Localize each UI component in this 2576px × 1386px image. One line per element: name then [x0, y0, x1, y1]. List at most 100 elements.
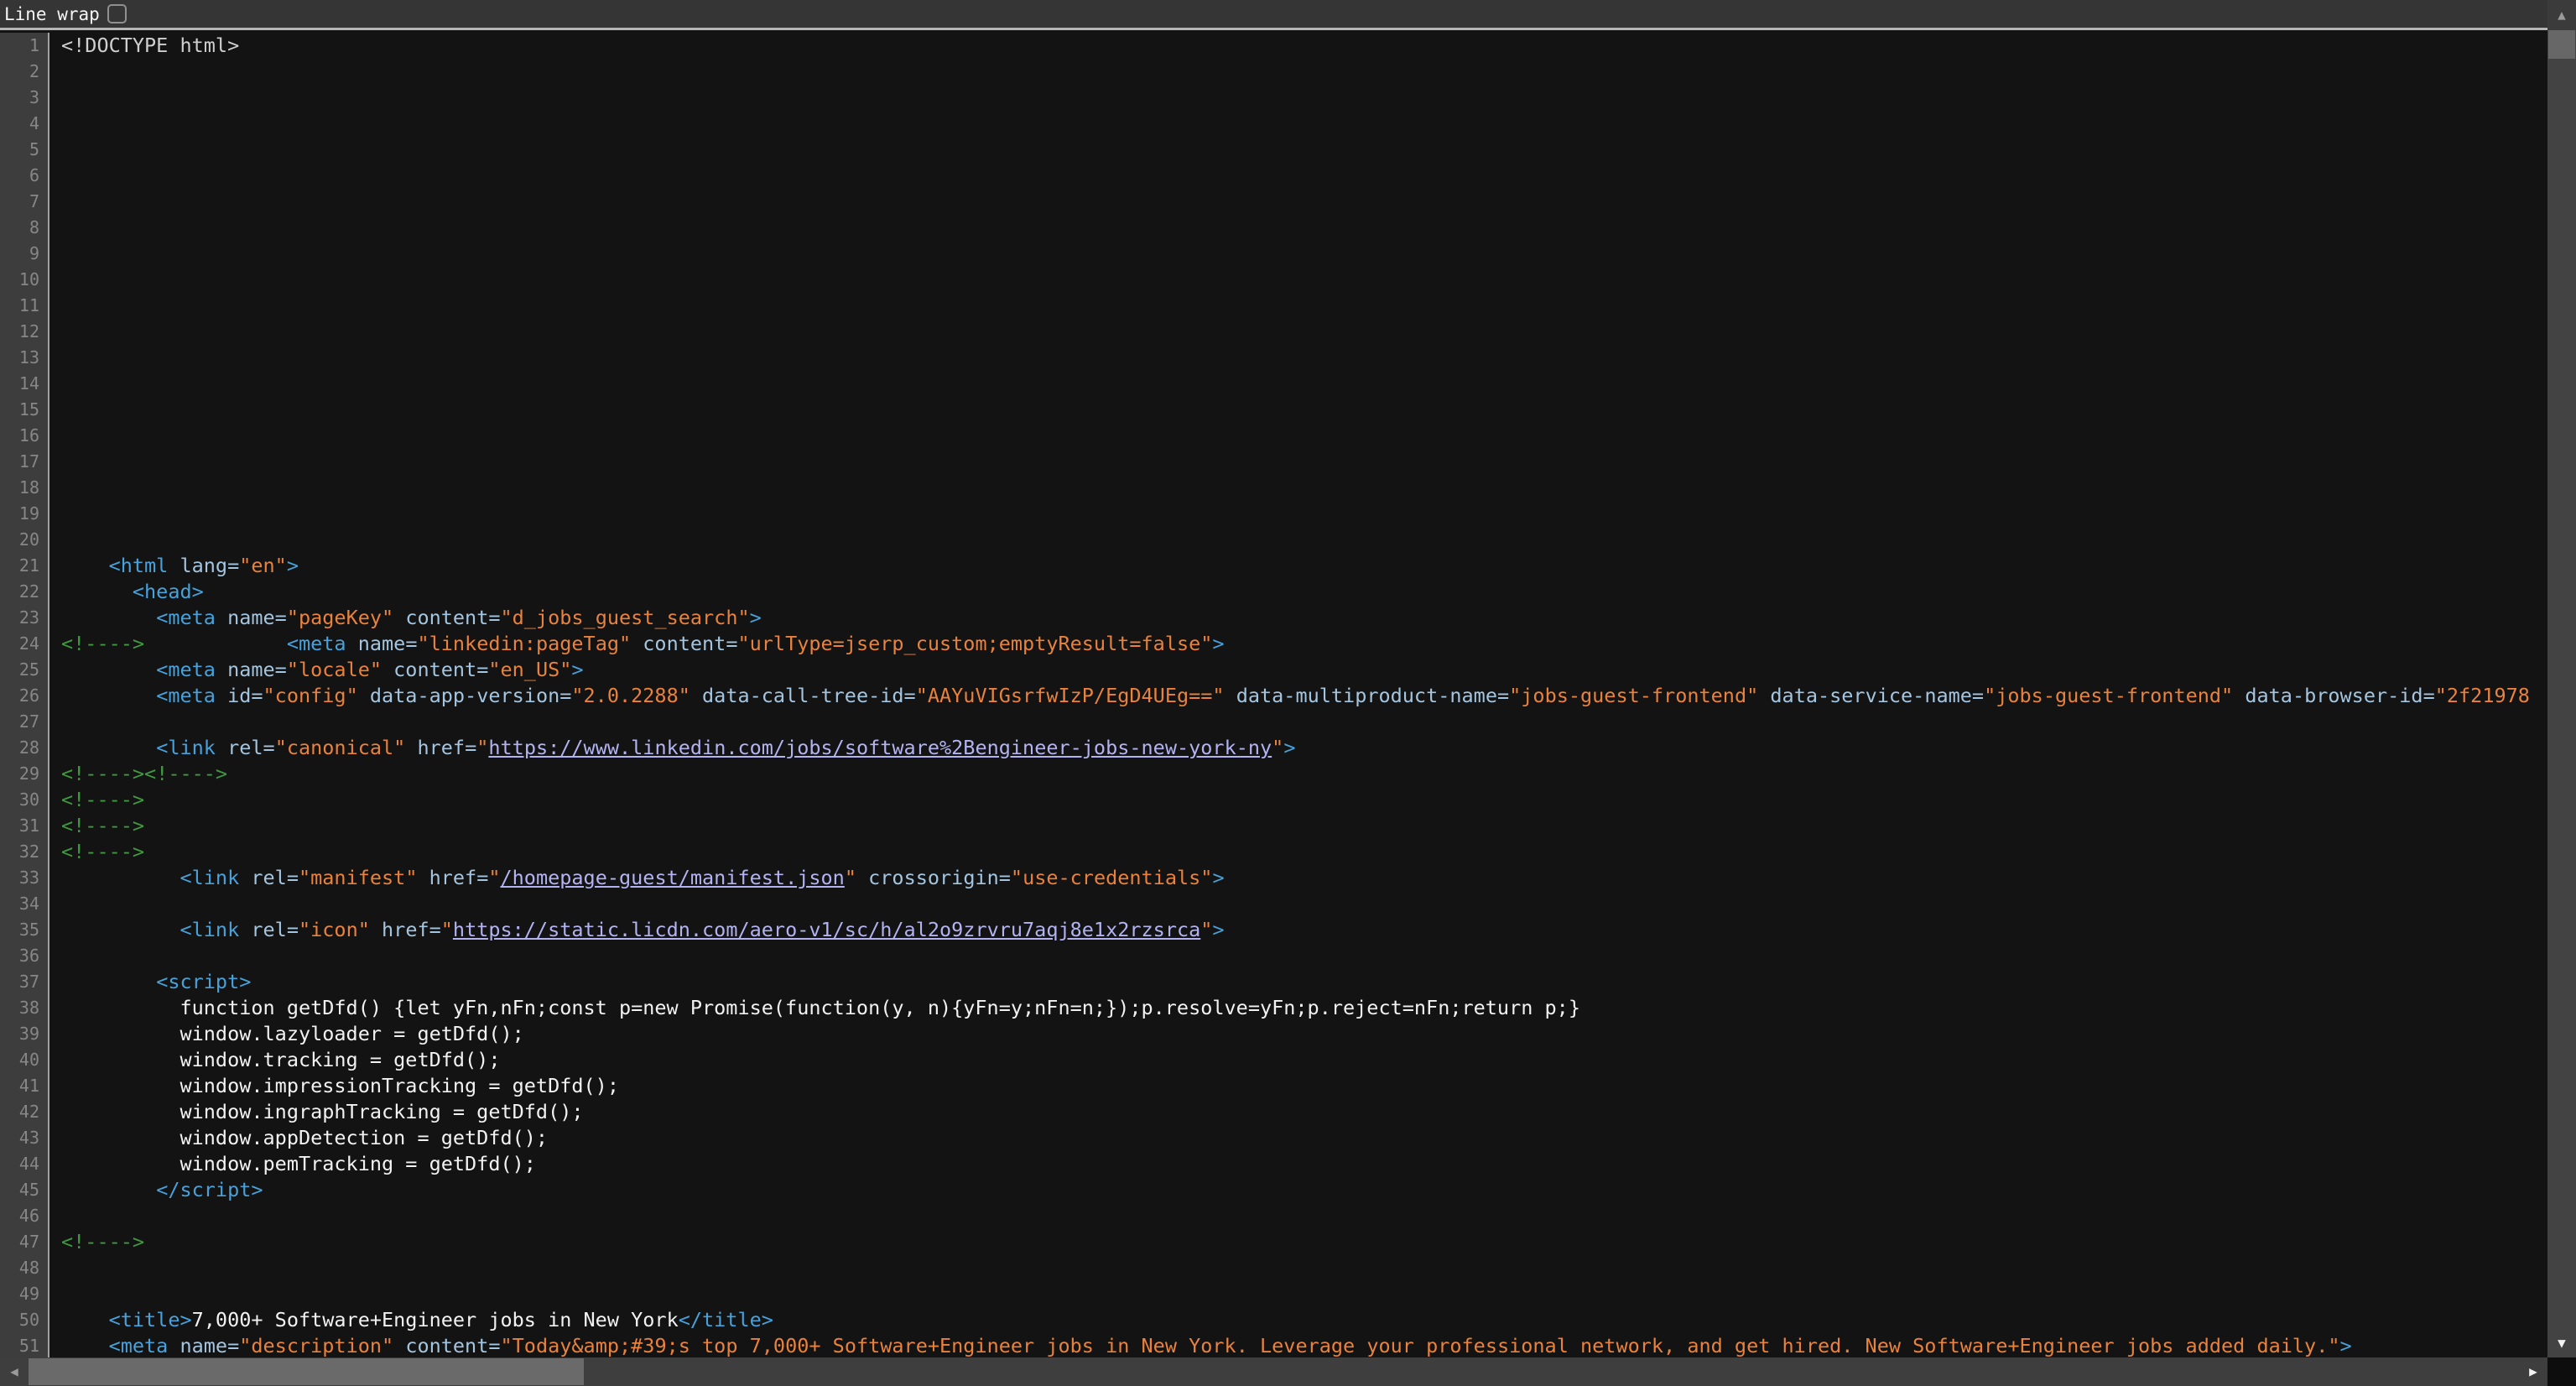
line-number: 30: [0, 787, 48, 813]
code-line-text: <!---->: [48, 839, 144, 865]
code-line: 25 <meta name="locale" content="en_US">: [0, 657, 2547, 683]
line-number: 11: [0, 293, 48, 319]
code-line: 18: [0, 475, 2547, 501]
code-line: 24<!----> <meta name="linkedin:pageTag" …: [0, 631, 2547, 657]
code-line: 29<!----><!---->: [0, 761, 2547, 787]
vertical-scrollbar[interactable]: ▲ ▼: [2547, 0, 2576, 1357]
up-arrow-icon: ▲: [2558, 8, 2566, 22]
scroll-up-button[interactable]: ▲: [2547, 0, 2576, 30]
code-line-text: <link rel="canonical" href="https://www.…: [48, 735, 1295, 761]
line-number: 27: [0, 709, 48, 735]
right-arrow-icon: ▶: [2529, 1365, 2537, 1378]
line-number: 2: [0, 59, 48, 85]
attribute-value-link[interactable]: https://static.licdn.com/aero-v1/sc/h/al…: [453, 918, 1200, 941]
code-line-text: <link rel="manifest" href="/homepage-gue…: [48, 865, 1225, 891]
code-line-text: <!----><!---->: [48, 761, 227, 787]
line-number: 33: [0, 865, 48, 891]
code-line: 8: [0, 215, 2547, 241]
code-line: 31<!---->: [0, 813, 2547, 839]
code-line: 49: [0, 1281, 2547, 1307]
line-number: 41: [0, 1073, 48, 1099]
line-number: 50: [0, 1307, 48, 1333]
scroll-left-button[interactable]: ◀: [0, 1357, 29, 1386]
code-line-text: window.impressionTracking = getDfd();: [48, 1073, 619, 1099]
code-line-text: <!----> <meta name="linkedin:pageTag" co…: [48, 631, 1225, 657]
line-number: 46: [0, 1203, 48, 1229]
code-line-text: <html lang="en">: [48, 553, 299, 579]
code-line: 22 <head>: [0, 579, 2547, 605]
code-line: 10: [0, 267, 2547, 293]
line-number: 48: [0, 1255, 48, 1281]
line-number: 42: [0, 1099, 48, 1125]
code-line-text: <meta id="config" data-app-version="2.0.…: [48, 683, 2530, 709]
line-number: 35: [0, 917, 48, 943]
code-line-text: window.appDetection = getDfd();: [48, 1125, 548, 1151]
code-line: 15: [0, 397, 2547, 423]
code-line: 19: [0, 501, 2547, 527]
source-code-viewport[interactable]: 1<!DOCTYPE html>234567891011121314151617…: [0, 33, 2547, 1357]
code-line: 40 window.tracking = getDfd();: [0, 1047, 2547, 1073]
code-line-text: window.tracking = getDfd();: [48, 1047, 500, 1073]
code-line-text: <title>7,000+ Software+Engineer jobs in …: [48, 1307, 773, 1333]
line-number: 26: [0, 683, 48, 709]
line-number: 15: [0, 397, 48, 423]
code-line: 13: [0, 345, 2547, 371]
line-number: 45: [0, 1177, 48, 1203]
line-number: 32: [0, 839, 48, 865]
line-number: 49: [0, 1281, 48, 1307]
line-number: 13: [0, 345, 48, 371]
line-number: 20: [0, 527, 48, 553]
scrollbar-corner: [2547, 1357, 2576, 1386]
code-line: 9: [0, 241, 2547, 267]
code-line-text: <meta name="pageKey" content="d_jobs_gue…: [48, 605, 762, 631]
code-line: 23 <meta name="pageKey" content="d_jobs_…: [0, 605, 2547, 631]
code-line: 34: [0, 891, 2547, 917]
code-line: 3: [0, 85, 2547, 111]
code-line: 28 <link rel="canonical" href="https://w…: [0, 735, 2547, 761]
line-number: 1: [0, 33, 48, 59]
line-number: 28: [0, 735, 48, 761]
code-line-text: window.lazyloader = getDfd();: [48, 1021, 524, 1047]
line-number: 7: [0, 189, 48, 215]
code-line: 38 function getDfd() {let yFn,nFn;const …: [0, 995, 2547, 1021]
code-line: 35 <link rel="icon" href="https://static…: [0, 917, 2547, 943]
line-number: 8: [0, 215, 48, 241]
line-number: 40: [0, 1047, 48, 1073]
code-line: 26 <meta id="config" data-app-version="2…: [0, 683, 2547, 709]
code-line: 45 </script>: [0, 1177, 2547, 1203]
code-line: 16: [0, 423, 2547, 449]
line-wrap-checkbox[interactable]: [107, 4, 127, 23]
code-line-text: <!---->: [48, 813, 144, 839]
scroll-right-button[interactable]: ▶: [2519, 1357, 2547, 1386]
code-area: 1<!DOCTYPE html>234567891011121314151617…: [0, 33, 2547, 1357]
line-number: 37: [0, 969, 48, 995]
horizontal-scrollbar[interactable]: ◀ ▶: [0, 1357, 2547, 1386]
code-line: 39 window.lazyloader = getDfd();: [0, 1021, 2547, 1047]
line-number: 51: [0, 1333, 48, 1357]
line-number: 24: [0, 631, 48, 657]
code-line: 1<!DOCTYPE html>: [0, 33, 2547, 59]
line-wrap-label: Line wrap: [0, 4, 100, 24]
line-number: 31: [0, 813, 48, 839]
code-line-text: <!DOCTYPE html>: [48, 33, 239, 59]
line-number: 14: [0, 371, 48, 397]
attribute-value-link[interactable]: /homepage-guest/manifest.json: [501, 866, 845, 889]
line-number: 19: [0, 501, 48, 527]
code-line-text: </script>: [48, 1177, 263, 1203]
horizontal-scrollbar-thumb[interactable]: [29, 1358, 584, 1385]
code-line: 12: [0, 319, 2547, 345]
code-line: 50 <title>7,000+ Software+Engineer jobs …: [0, 1307, 2547, 1333]
down-arrow-icon: ▼: [2558, 1336, 2566, 1350]
code-line: 46: [0, 1203, 2547, 1229]
code-line-text: <link rel="icon" href="https://static.li…: [48, 917, 1225, 943]
code-line: 27: [0, 709, 2547, 735]
code-line: 20: [0, 527, 2547, 553]
code-line-text: function getDfd() {let yFn,nFn;const p=n…: [48, 995, 1580, 1021]
line-number: 38: [0, 995, 48, 1021]
vertical-scrollbar-thumb[interactable]: [2548, 30, 2575, 59]
scroll-down-button[interactable]: ▼: [2547, 1329, 2576, 1357]
line-number: 23: [0, 605, 48, 631]
attribute-value-link[interactable]: https://www.linkedin.com/jobs/software%2…: [488, 736, 1272, 759]
code-line: 6: [0, 163, 2547, 189]
line-number: 22: [0, 579, 48, 605]
